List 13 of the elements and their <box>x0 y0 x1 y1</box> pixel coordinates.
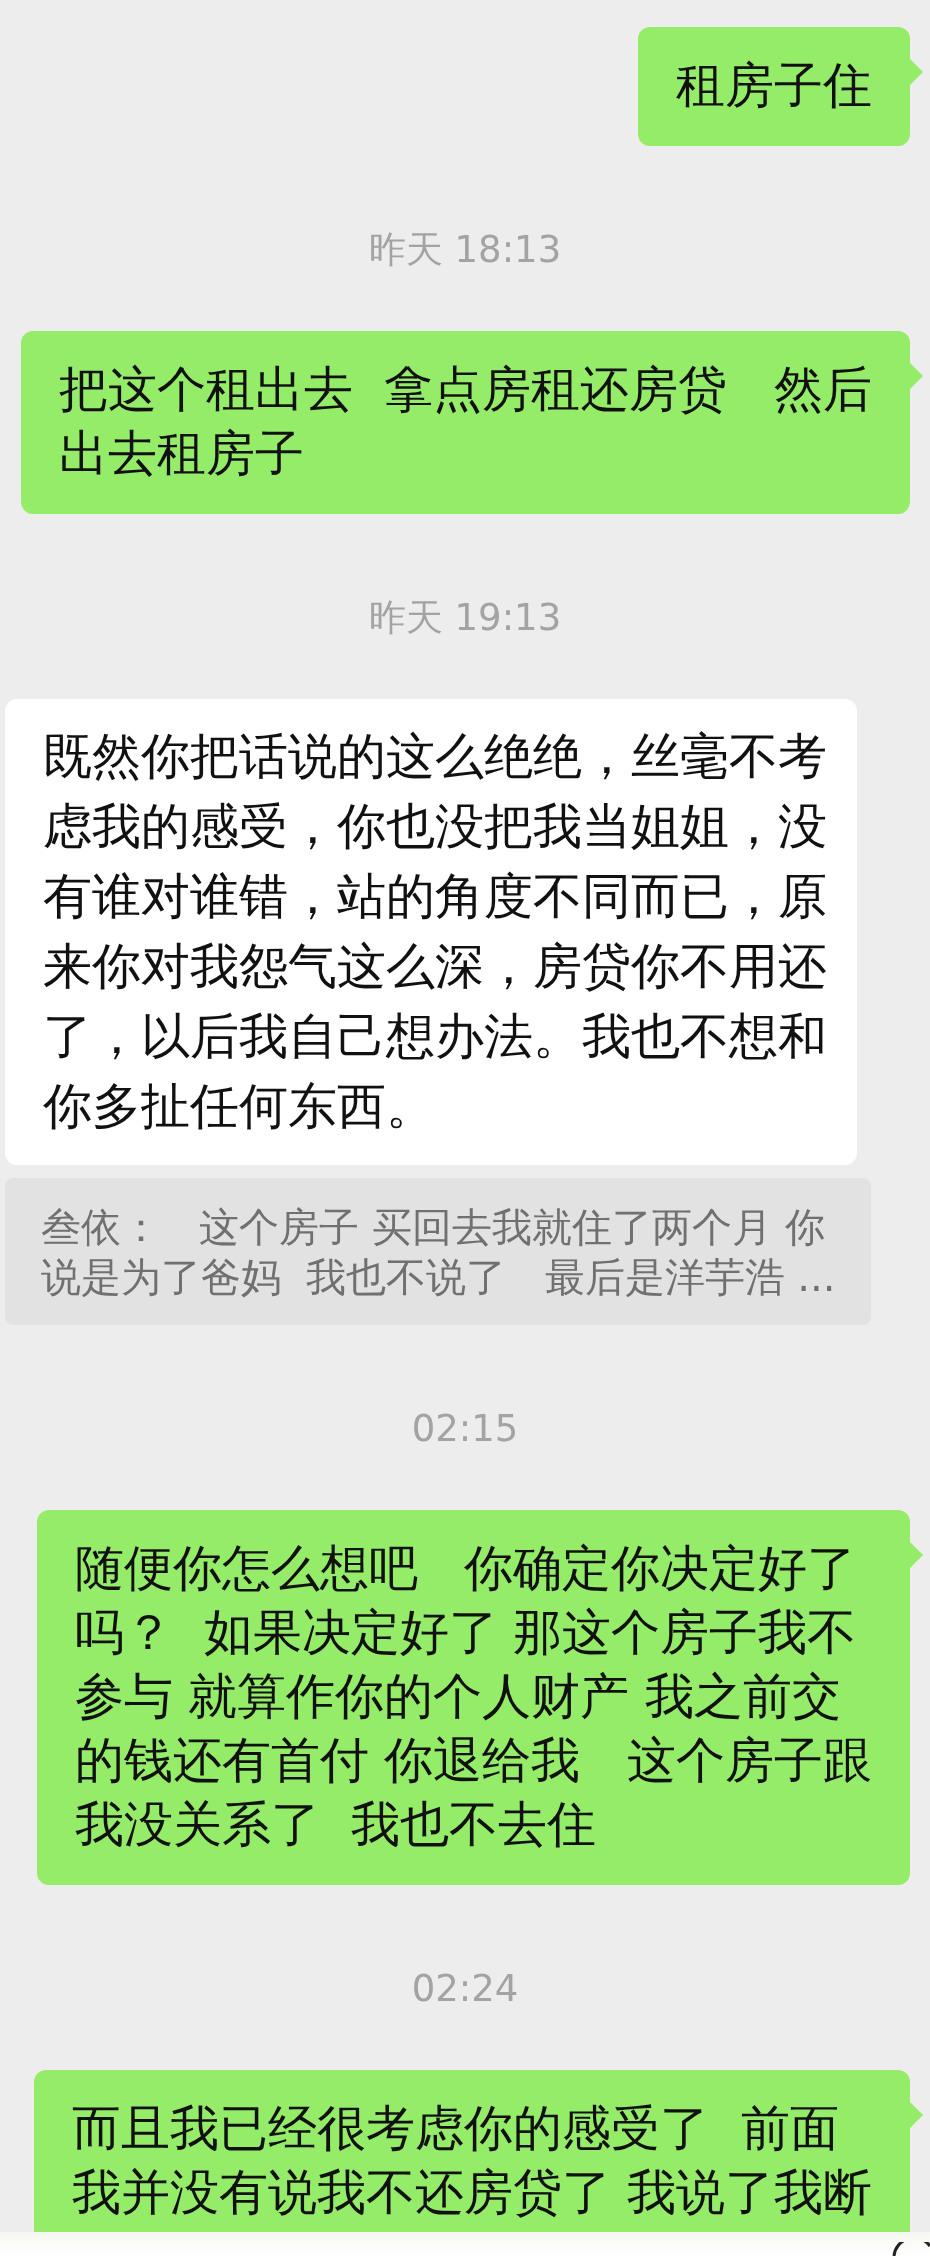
message-bubble: 既然你把话说的这么绝绝，丝毫不考 虑我的感受，你也没把我当姐姐，没 有谁对谁错，站的角度不同而已，原 来你对我怨气这么深，房贷你不用还 了，以后我自己想办法。我也不想和 你多扯任何东西。 <box>5 699 857 1165</box>
timestamp: 02:24 <box>411 1966 519 2012</box>
bubble-tail-icon <box>910 363 924 389</box>
message-bubble: 随便你怎么想吧 你确定你决定好了 吗？ 如果决定好了 那这个房子我不 参与 就算作你的个人财产 我之前交 的钱还有首付 你退给我 这个房子跟 我没关系了 我也不去住 <box>36 1510 910 1885</box>
bubble-tail-icon <box>910 1542 924 1568</box>
bubble-tail-icon <box>910 2102 924 2128</box>
timestamp: 昨天 19:13 <box>368 595 562 641</box>
message-bubble: 租房子住 <box>638 27 910 146</box>
timestamp: 02:15 <box>411 1406 519 1452</box>
message-bubble: 把这个租出去 拿点房租还房贷 然后 出去租房子 <box>21 331 910 514</box>
bubble-tail-icon <box>910 59 924 85</box>
quoted-message: 叁依： 这个房子 买回去我就住了两个月 你 说是为了爸妈 我也不说了 最后是洋芋浩 ... <box>5 1178 872 1325</box>
timestamp: 昨天 18:13 <box>368 227 562 273</box>
